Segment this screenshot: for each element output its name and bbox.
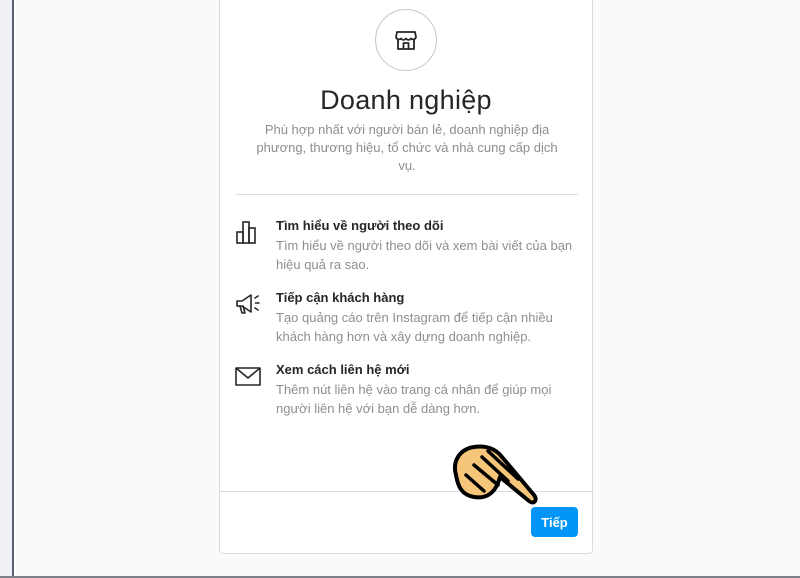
page-title: Doanh nghiệp xyxy=(320,85,492,115)
pointing-hand-icon xyxy=(453,444,538,505)
page-subtitle: Phù hợp nhất với người bán lẻ, doanh ngh… xyxy=(256,122,558,173)
mail-icon xyxy=(235,367,261,386)
window-left-edge xyxy=(0,0,14,578)
feature-description: Thêm nút liên hệ vào trang cá nhân để gi… xyxy=(276,382,552,416)
divider xyxy=(236,194,578,195)
bar-chart-icon xyxy=(236,221,256,244)
feature-title: Tiếp cận khách hàng xyxy=(276,290,405,305)
feature-title: Xem cách liên hệ mới xyxy=(276,362,410,377)
feature-description: Tạo quảng cáo trên Instagram để tiếp cận… xyxy=(276,310,553,344)
store-icon xyxy=(375,9,437,71)
feature-description: Tìm hiểu về người theo dõi và xem bài vi… xyxy=(276,238,573,272)
megaphone-icon xyxy=(236,294,260,314)
feature-title: Tìm hiểu về người theo dõi xyxy=(276,218,444,233)
